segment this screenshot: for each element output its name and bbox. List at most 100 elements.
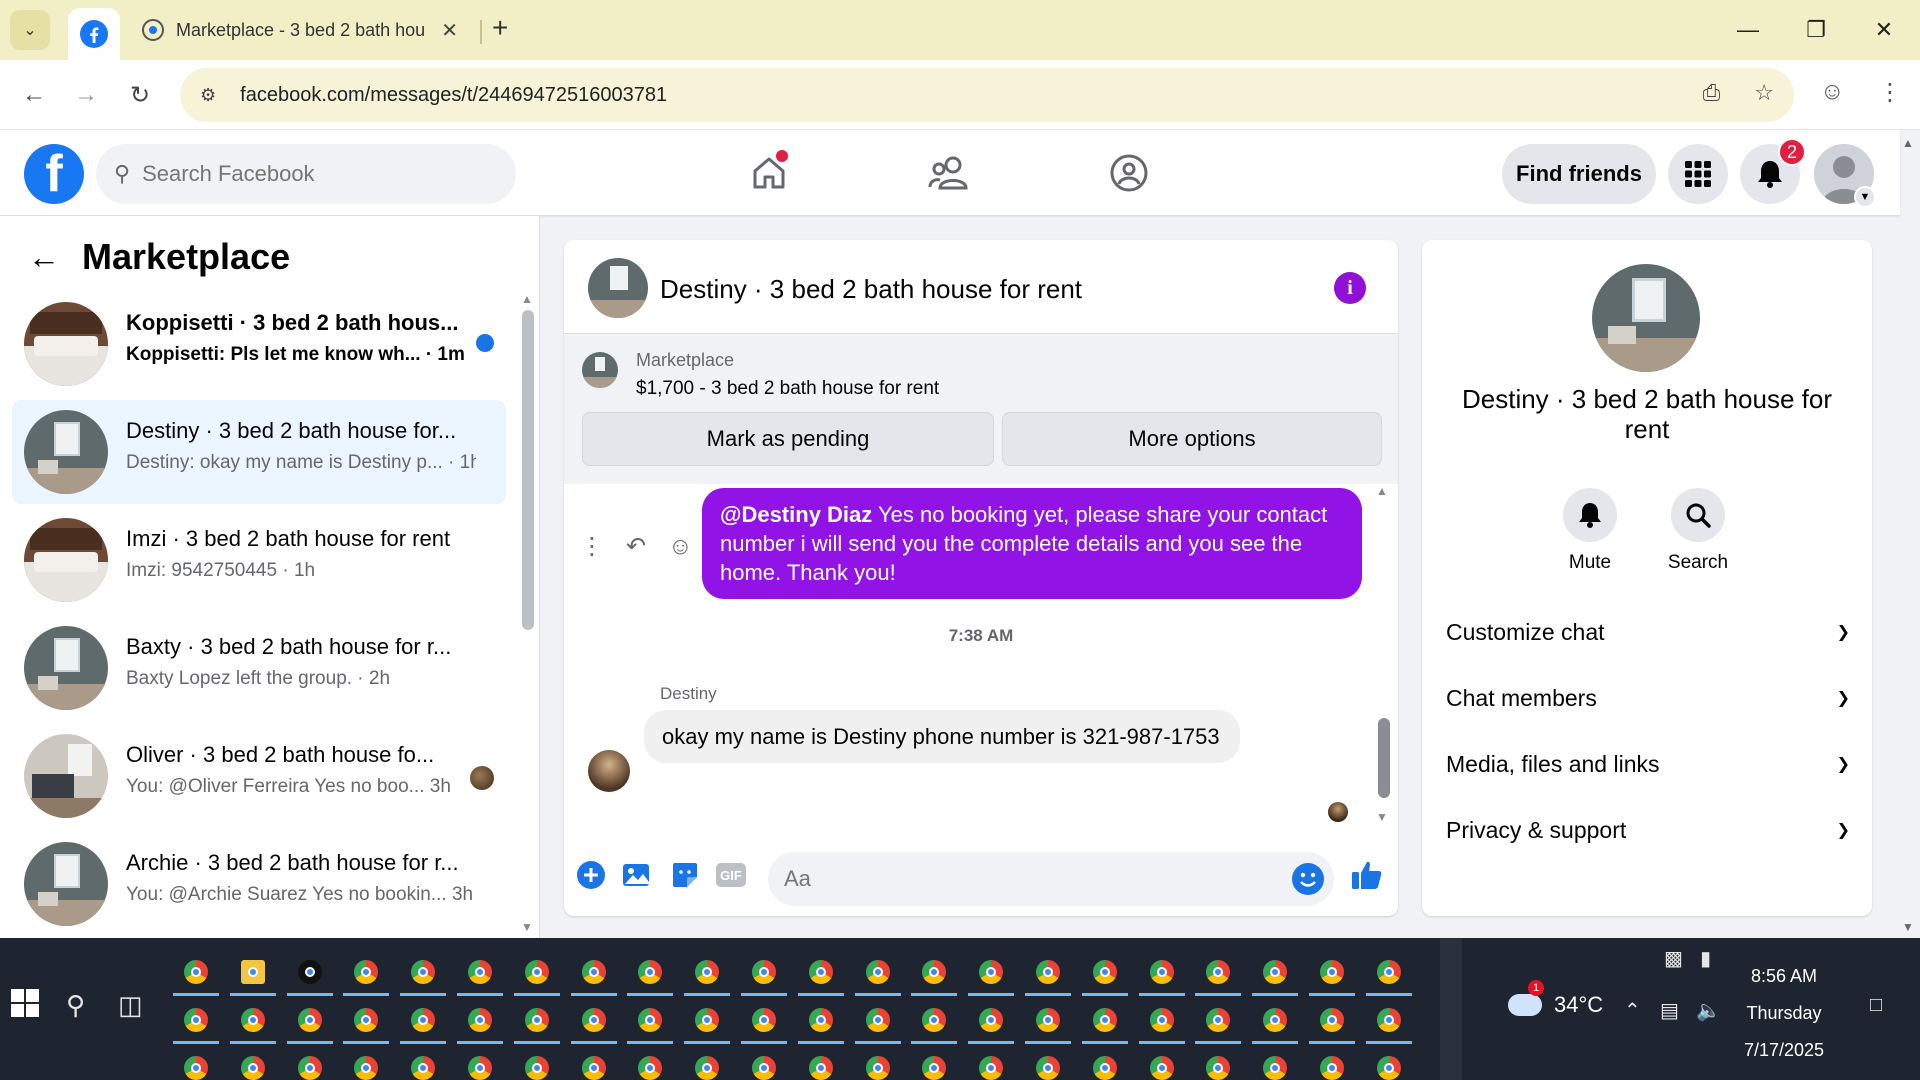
taskbar-app-icon[interactable]: [1195, 1000, 1242, 1044]
device-icon[interactable]: ▩: [1664, 946, 1683, 971]
taskbar-app-icon[interactable]: [1081, 1000, 1128, 1044]
weather-widget[interactable]: 1 34°C: [1508, 980, 1603, 1018]
task-view-icon[interactable]: ◫: [118, 990, 143, 1021]
taskbar-app-icon[interactable]: [1365, 1000, 1412, 1044]
tab-facebook-pinned[interactable]: [68, 8, 120, 60]
browser-menu-icon[interactable]: ⋮: [1878, 78, 1902, 107]
page-scroll-up-arrow[interactable]: ▲: [1902, 136, 1914, 150]
taskbar-app-icon[interactable]: [290, 1048, 330, 1080]
taskbar-app-icon[interactable]: [968, 1000, 1015, 1044]
taskbar-app-icon[interactable]: [1142, 1048, 1182, 1080]
facebook-logo[interactable]: f: [24, 144, 84, 204]
emoji-icon[interactable]: [1292, 863, 1324, 895]
taskbar-app-icon[interactable]: [403, 1048, 443, 1080]
chat-list-item-active[interactable]: Destiny · 3 bed 2 bath house for... Dest…: [12, 400, 506, 504]
conversation-title[interactable]: Destiny · 3 bed 2 bath house for rent: [660, 274, 1082, 305]
taskbar-app-icon[interactable]: [684, 1000, 731, 1044]
search-input[interactable]: [142, 161, 463, 187]
chat-avatar[interactable]: [1592, 264, 1700, 372]
gif-icon[interactable]: GIF: [714, 858, 748, 892]
taskbar-app-icon[interactable]: [1085, 1048, 1125, 1080]
thread-scroll-down-arrow[interactable]: ▼: [1376, 810, 1388, 824]
taskbar-app-icon[interactable]: [968, 952, 1015, 996]
customize-chat-section[interactable]: Customize chat ❯: [1446, 612, 1850, 652]
minimize-icon[interactable]: —: [1720, 10, 1776, 50]
taskbar-app-icon[interactable]: [1081, 952, 1128, 996]
taskbar-app-icon[interactable]: [744, 1048, 784, 1080]
back-arrow-icon[interactable]: ←: [28, 239, 60, 276]
taskbar-app-icon[interactable]: [233, 1048, 273, 1080]
taskbar-app-icon[interactable]: [176, 1048, 216, 1080]
chat-members-section[interactable]: Chat members ❯: [1446, 678, 1850, 718]
taskbar-app-icon[interactable]: [854, 1000, 901, 1044]
taskbar-app-icon[interactable]: [914, 1048, 954, 1080]
taskbar-app-icon[interactable]: [570, 1000, 617, 1044]
listing-thumbnail[interactable]: [582, 352, 618, 388]
taskbar-app-icon[interactable]: [1255, 1048, 1295, 1080]
taskbar-app-icon[interactable]: [627, 1000, 674, 1044]
taskbar-app-icon[interactable]: [741, 952, 787, 996]
taskbar-app-icon[interactable]: [1025, 1000, 1071, 1044]
find-friends-button[interactable]: Find friends: [1502, 144, 1656, 204]
taskbar-app-icon[interactable]: [1025, 952, 1071, 996]
chat-list-item[interactable]: Oliver · 3 bed 2 bath house fo... You: @…: [12, 724, 506, 828]
chat-list-item[interactable]: Imzi · 3 bed 2 bath house for rent Imzi:…: [12, 508, 506, 612]
info-icon[interactable]: i: [1334, 272, 1366, 304]
taskbar-app-icon[interactable]: [343, 952, 390, 996]
incoming-message[interactable]: okay my name is Destiny phone number is …: [644, 710, 1240, 763]
taskbar-app-icon[interactable]: [346, 1048, 386, 1080]
taskbar-app-icon[interactable]: [517, 1048, 557, 1080]
tab-search-dropdown[interactable]: ⌄: [10, 10, 50, 50]
taskbar-app-icon[interactable]: [343, 1000, 390, 1044]
taskbar-app-icon[interactable]: [1138, 952, 1185, 996]
list-scroll-up-arrow[interactable]: ▲: [521, 292, 533, 306]
taskbar-app-icon[interactable]: [630, 1048, 670, 1080]
windows-start-icon[interactable]: [10, 988, 44, 1022]
clock[interactable]: 8:56 AM Thursday 7/17/2025: [1724, 958, 1844, 1069]
taskbar-app-icon[interactable]: [457, 952, 503, 996]
message-input[interactable]: [784, 862, 1264, 896]
taskbar-app-icon[interactable]: [797, 952, 844, 996]
taskbar-app-icon[interactable]: [1309, 1000, 1355, 1044]
more-icon[interactable]: ⋮: [580, 532, 604, 561]
chat-list-item[interactable]: Koppisetti · 3 bed 2 bath hous... Koppis…: [12, 292, 506, 396]
taskbar-app-icon[interactable]: [513, 1000, 560, 1044]
listing-price-title[interactable]: $1,700 - 3 bed 2 bath house for rent: [636, 378, 939, 400]
chevron-up-icon[interactable]: ⌃: [1624, 998, 1641, 1023]
search-in-chat-button[interactable]: Search: [1648, 488, 1748, 574]
taskbar-app-icon[interactable]: [173, 1000, 219, 1044]
taskbar-app-icon[interactable]: [574, 1048, 614, 1080]
taskbar-app-icon[interactable]: [400, 1000, 447, 1044]
taskbar-app-icon[interactable]: [400, 952, 447, 996]
taskbar-app-icon[interactable]: [1252, 1000, 1299, 1044]
chat-list-item[interactable]: Archie · 3 bed 2 bath house for r... You…: [12, 832, 506, 936]
taskbar-scroll[interactable]: [1440, 938, 1462, 1080]
taskbar-app-icon[interactable]: [229, 1000, 276, 1044]
taskbar-app-icon[interactable]: [911, 952, 958, 996]
volume-icon[interactable]: 🔈: [1696, 998, 1721, 1023]
thread-scrollbar[interactable]: [1378, 718, 1390, 798]
friends-nav[interactable]: [924, 148, 974, 198]
taskbar-app-icon[interactable]: [911, 1000, 958, 1044]
mark-as-pending-button[interactable]: Mark as pending: [582, 412, 994, 466]
taskbar-app-icon[interactable]: [1028, 1048, 1068, 1080]
sender-avatar[interactable]: [588, 750, 630, 792]
reply-icon[interactable]: ↶: [626, 532, 646, 561]
site-info-icon[interactable]: ⚙: [200, 85, 216, 106]
restore-icon[interactable]: ❐: [1788, 10, 1844, 50]
taskbar-app-icon[interactable]: [741, 1000, 787, 1044]
taskbar-app-icon[interactable]: [457, 1000, 503, 1044]
thread-scroll-up-arrow[interactable]: ▲: [1376, 484, 1388, 498]
taskbar-app-icon[interactable]: [1195, 952, 1242, 996]
facebook-search[interactable]: ⚲: [96, 144, 516, 204]
chat-list-scrollbar[interactable]: [522, 310, 534, 630]
taskbar-app-icon[interactable]: [684, 952, 731, 996]
chevron-down-icon[interactable]: ▼: [1854, 186, 1876, 208]
like-thumb-icon[interactable]: [1350, 858, 1384, 892]
taskbar-app-icon[interactable]: [229, 952, 276, 996]
taskbar-app-icon[interactable]: [1138, 1000, 1185, 1044]
groups-nav[interactable]: [1104, 148, 1154, 198]
taskbar-app-icon[interactable]: [854, 952, 901, 996]
close-window-icon[interactable]: ✕: [1856, 10, 1912, 50]
forward-icon[interactable]: →: [66, 75, 106, 115]
